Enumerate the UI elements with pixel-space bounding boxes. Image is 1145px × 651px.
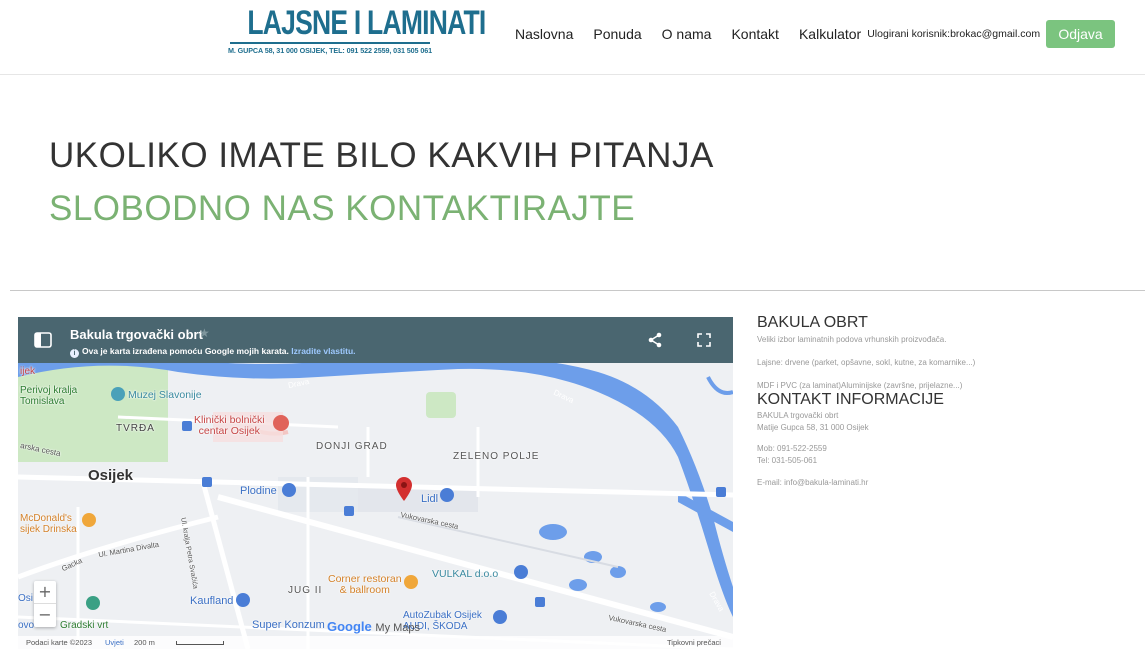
keyboard-shortcuts-link[interactable]: Tipkovni prečaci — [667, 638, 721, 647]
map-label-osi: Osi — [18, 593, 33, 604]
map-label-jug: JUG II — [288, 585, 323, 596]
map-label-muzej: Muzej Slavonije — [128, 389, 202, 401]
map-pin-icon[interactable] — [396, 477, 412, 501]
fullscreen-icon[interactable] — [696, 332, 712, 348]
map-footer: Podaci karte ©2023 Uvjeti 200 m Tipkovni… — [18, 636, 733, 649]
shopping-icon[interactable] — [282, 483, 296, 497]
car-dealer-icon[interactable] — [493, 610, 507, 624]
park-icon[interactable] — [86, 596, 100, 610]
map-label-ijek: ijek — [20, 366, 36, 377]
bus-stop-icon[interactable] — [182, 421, 192, 431]
map-info-text: Ova je karta izrađena pomoću Google moji… — [82, 346, 289, 356]
logo-rule — [230, 42, 430, 44]
info-icon: i — [70, 349, 79, 358]
map-label-zeleno-polje: ZELENO POLJE — [453, 451, 540, 462]
restaurant-icon[interactable] — [82, 513, 96, 527]
bus-stop-icon[interactable] — [344, 506, 354, 516]
terms-link[interactable]: Uvjeti — [105, 638, 124, 647]
share-icon[interactable] — [647, 332, 663, 348]
zoom-in-button[interactable]: + — [34, 581, 56, 604]
logo[interactable]: LAJSNE I LAMINATI M. GUPCA 58, 31 000 OS… — [224, 4, 486, 55]
email-address: E-mail: info@bakula-laminati.hr — [757, 478, 869, 487]
hospital-icon[interactable] — [273, 415, 289, 431]
main-nav: Naslovna Ponuda O nama Kontakt Kalkulato… — [515, 26, 1040, 42]
nav-item-o-nama[interactable]: O nama — [662, 26, 712, 42]
scale-bar — [176, 641, 224, 645]
bus-stop-icon[interactable] — [535, 597, 545, 607]
contact-info: BAKULA OBRT Veliki izbor laminatnih podo… — [757, 314, 1137, 489]
nav-item-naslovna[interactable]: Naslovna — [515, 26, 573, 42]
map-label-ovo: ovo — [18, 620, 35, 631]
bus-stop-icon[interactable] — [716, 487, 726, 497]
logo-subtitle: M. GUPCA 58, 31 000 OSIJEK, TEL: 091 522… — [227, 46, 433, 55]
logo-title: LAJSNE I LAMINATI — [247, 4, 486, 42]
map-label-tvrda: TVRĐA — [116, 423, 155, 434]
map-label-donji-grad: DONJI GRAD — [316, 441, 388, 452]
nav-item-kalkulator[interactable]: Kalkulator — [799, 26, 861, 42]
map-label-lidl: Lidl — [421, 493, 439, 505]
google-logo-text: Google — [327, 619, 372, 634]
map-info: i Ova je karta izrađena pomoću Google moj… — [70, 346, 356, 358]
map-label-corner-restoran: Corner restoran & ballroom — [328, 573, 402, 596]
map-label-osijek: Osijek — [88, 467, 134, 484]
map-label-mcdonalds: McDonald's sijek Drinska — [20, 513, 77, 535]
shopping-icon[interactable] — [440, 488, 454, 502]
map-data-credit: Podaci karte ©2023 — [26, 638, 92, 647]
map-header: Bakula trgovački obrt ★ i Ova je karta iz… — [18, 317, 733, 363]
restaurant-icon[interactable] — [404, 575, 418, 589]
map-title[interactable]: Bakula trgovački obrt — [70, 327, 203, 342]
lajsne-text: Lajsne: drvene (parket, opšavne, sokl, k… — [757, 358, 976, 367]
map-label-plodine: Plodine — [240, 485, 277, 497]
bus-stop-icon[interactable] — [202, 477, 212, 487]
zoom-out-button[interactable]: − — [34, 604, 56, 627]
nav-item-kontakt[interactable]: Kontakt — [731, 26, 778, 42]
map-label-kaufland: Kaufland — [190, 595, 234, 607]
company-intro: Veliki izbor laminatnih podova vrhunskih… — [757, 335, 947, 344]
logout-button[interactable]: Odjava — [1046, 20, 1115, 48]
shopping-icon[interactable] — [514, 565, 528, 579]
nav-item-ponuda[interactable]: Ponuda — [593, 26, 641, 42]
create-map-link[interactable]: Izradite vlastitu. — [291, 346, 355, 356]
scale-label: 200 m — [134, 638, 155, 647]
museum-icon[interactable] — [111, 387, 125, 401]
section-divider — [10, 290, 1145, 291]
hero-subheading: SLOBODNO NAS KONTAKTIRAJTE — [49, 189, 636, 228]
shopping-icon[interactable] — [236, 593, 250, 607]
map-label-super-konzum: Super Konzum — [252, 619, 325, 631]
my-maps-text: My Maps — [375, 622, 421, 634]
menu-icon[interactable] — [34, 332, 52, 348]
logged-in-user: Ulogirani korisnik:brokac@gmail.com — [867, 28, 1041, 40]
embedded-map[interactable]: ijek Perivoj kralja Tomislava Muzej Slav… — [18, 317, 733, 649]
telephone-number: Tel: 031-505-061 — [757, 456, 818, 465]
site-header: LAJSNE I LAMINATI M. GUPCA 58, 31 000 OS… — [0, 0, 1145, 75]
map-label-vulkal: VULKAL d.o.o — [432, 568, 499, 580]
map-label-perivoj: Perivoj kralja Tomislava — [20, 385, 78, 407]
zoom-controls: + − — [34, 581, 56, 627]
map-label-klinicki: Klinički bolnički centar Osijek — [194, 414, 265, 437]
company-name: BAKULA trgovački obrt — [757, 411, 839, 420]
mobile-number: Mob: 091-522-2559 — [757, 444, 827, 453]
star-icon[interactable]: ★ — [199, 326, 210, 340]
company-heading: BAKULA OBRT — [757, 314, 868, 331]
contact-heading: KONTAKT INFORMACIJE — [757, 391, 944, 408]
hero-heading: UKOLIKO IMATE BILO KAKVIH PITANJA — [49, 136, 714, 175]
google-my-maps-logo: Google My Maps — [327, 619, 420, 634]
map-label-gradski-vrt: Gradski vrt — [60, 620, 109, 631]
company-address: Matije Gupca 58, 31 000 Osijek — [757, 423, 869, 432]
